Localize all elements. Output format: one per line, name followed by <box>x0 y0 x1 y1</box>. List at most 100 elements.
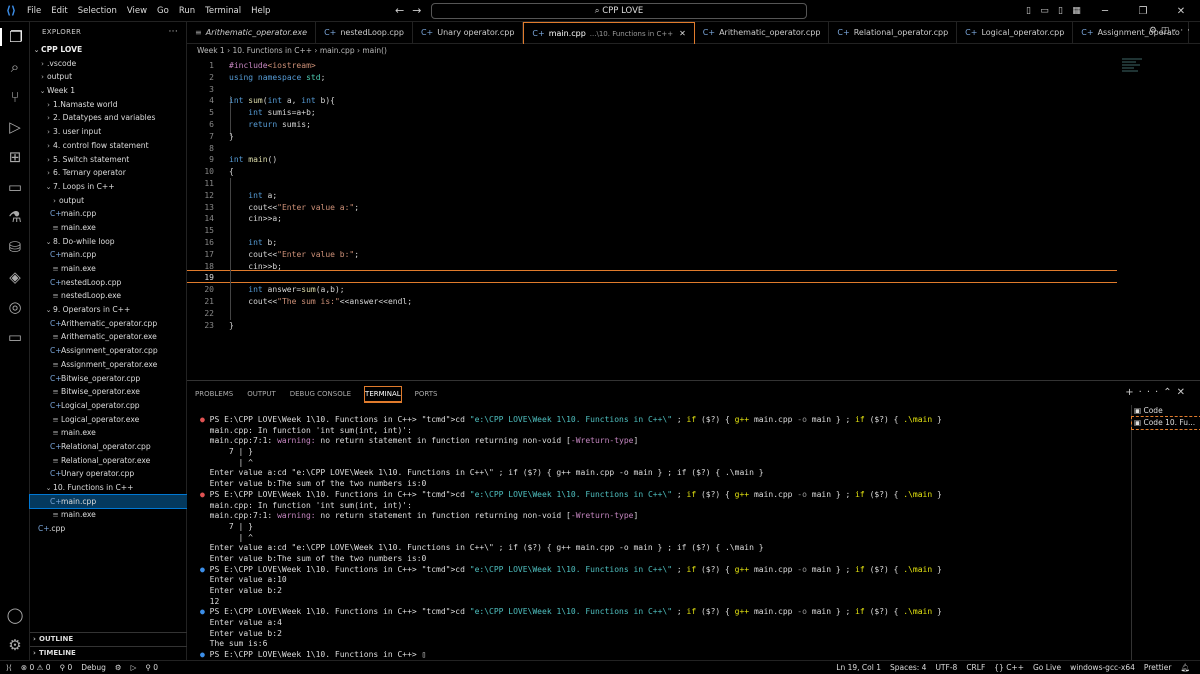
status-right-item[interactable]: Ln 19, Col 1 <box>836 663 881 672</box>
code-line[interactable]: cin>>a; <box>229 214 282 223</box>
new-terminal-icon[interactable]: + <box>1125 387 1138 398</box>
status-left-item[interactable]: ⚙ <box>115 663 122 672</box>
editor-tab[interactable]: C+ Logical_operator.cpp <box>957 22 1074 44</box>
code-line[interactable]: int sum(int a, int b){ <box>229 96 335 105</box>
folder-item[interactable]: › 5. Switch statement <box>30 153 187 167</box>
folder-item[interactable]: › 1.Namaste world <box>30 98 187 112</box>
toggle-sidebar-icon[interactable]: ▯ <box>1022 6 1035 16</box>
editor-tab[interactable]: C+ Unary operator.cpp <box>413 22 524 44</box>
file-item[interactable]: C+main.cpp <box>30 207 187 221</box>
file-item[interactable]: ≡ main.exe <box>30 221 187 235</box>
file-item[interactable]: C+Unary operator.cpp <box>30 467 187 481</box>
code-line[interactable]: int answer=sum(a,b); <box>229 285 344 294</box>
folder-item[interactable]: › 6. Ternary operator <box>30 166 187 180</box>
code-line[interactable]: using namespace std; <box>229 73 325 82</box>
breadcrumb-item[interactable]: main() <box>362 46 387 55</box>
nav-arrows[interactable]: ←→ <box>395 4 429 17</box>
code-line[interactable]: cout<<"The sum is:"<<answer<<endl; <box>229 297 412 306</box>
code-line[interactable]: return sumis; <box>229 120 311 129</box>
menu-go[interactable]: Go <box>152 6 174 16</box>
code-editor[interactable]: 1 #include<iostream> 2 using namespace std;… <box>187 57 1200 380</box>
toggle-secondary-sidebar-icon[interactable]: ▯ <box>1054 6 1067 16</box>
code-line[interactable]: int a; <box>229 191 277 200</box>
more-icon[interactable]: ··· <box>1173 26 1194 36</box>
menu-selection[interactable]: Selection <box>73 6 122 16</box>
file-item[interactable]: C+Logical_operator.cpp <box>30 399 187 413</box>
menu-edit[interactable]: Edit <box>46 6 72 16</box>
more-icon[interactable]: ··· <box>1139 387 1164 398</box>
code-line[interactable]: #include<iostream> <box>229 61 316 70</box>
menu-terminal[interactable]: Terminal <box>200 6 246 16</box>
editor-tab[interactable]: C+ main.cpp ...\10. Functions in C++ ✕ <box>523 22 695 44</box>
file-item[interactable]: C+Arithematic_operator.cpp <box>30 317 187 331</box>
code-line[interactable]: cout<<"Enter value a:"; <box>229 203 359 212</box>
menu-help[interactable]: Help <box>246 6 275 16</box>
panel-tab-debug-console[interactable]: DEBUG CONSOLE <box>290 387 351 401</box>
terminal-session[interactable]: ▣ Code <box>1132 405 1200 417</box>
menu-view[interactable]: View <box>122 6 152 16</box>
minimap[interactable] <box>1122 57 1172 97</box>
folder-item[interactable]: › 2. Datatypes and variables <box>30 111 187 125</box>
settings-icon[interactable]: ⚙ <box>1149 26 1161 36</box>
file-item[interactable]: C+nestedLoop.cpp <box>30 276 187 290</box>
code-line[interactable]: int b; <box>229 238 277 247</box>
maximize-button[interactable]: ❐ <box>1128 6 1158 17</box>
split-editor-icon[interactable]: ◫ <box>1161 26 1174 36</box>
folder-item[interactable]: › 4. control flow statement <box>30 139 187 153</box>
command-center[interactable]: ⌕ CPP LOVE <box>431 3 807 19</box>
editor-tab[interactable]: ≡ Arithematic_operator.exe <box>187 22 317 44</box>
close-panel-icon[interactable]: ✕ <box>1177 387 1190 398</box>
folder-item[interactable]: › output <box>30 70 187 84</box>
file-item[interactable]: ≡ Assignment_operator.exe <box>30 358 187 372</box>
file-item[interactable]: ≡ Relational_operator.exe <box>30 454 187 468</box>
source-control-icon[interactable]: ⑂ <box>0 88 30 106</box>
layers-icon[interactable]: ◈ <box>0 268 30 286</box>
panel-tab-terminal[interactable]: TERMINAL <box>364 385 402 403</box>
folder-item[interactable]: ⌄ Week 1 <box>30 84 187 98</box>
code-line[interactable]: } <box>229 132 234 141</box>
panel-tab-problems[interactable]: PROBLEMS <box>195 387 233 401</box>
editor-tab[interactable]: C+ Arithematic_operator.cpp <box>695 22 830 44</box>
status-right-item[interactable]: CRLF <box>966 663 985 672</box>
status-right-item[interactable]: windows-gcc-x64 <box>1070 663 1135 672</box>
panel-tab-output[interactable]: OUTPUT <box>247 387 276 401</box>
folder-item[interactable]: ⌄ 7. Loops in C++ <box>30 180 187 194</box>
remote-icon[interactable]: ⟩⟨ <box>6 663 12 672</box>
menu-run[interactable]: Run <box>174 6 200 16</box>
file-item[interactable]: C+main.cpp <box>29 493 188 510</box>
status-left-item[interactable]: ⚲ 0 <box>145 663 158 672</box>
file-item[interactable]: ≡ Logical_operator.exe <box>30 413 187 427</box>
folder-item[interactable]: › 3. user input <box>30 125 187 139</box>
account-icon[interactable]: ◯ <box>0 606 30 624</box>
file-item[interactable]: ≡ main.exe <box>30 262 187 276</box>
file-item[interactable]: ≡ main.exe <box>30 426 187 440</box>
status-right-item[interactable]: Go Live <box>1033 663 1061 672</box>
file-item[interactable]: C+.cpp <box>30 522 187 536</box>
run-debug-icon[interactable]: ▷ <box>0 118 30 136</box>
explorer-icon[interactable]: ❐ <box>0 28 30 46</box>
maximize-panel-icon[interactable]: ⌃ <box>1163 387 1176 398</box>
close-button[interactable]: ✕ <box>1166 6 1196 17</box>
terminal-session[interactable]: ▣ Code 10. Fu... <box>1131 416 1200 430</box>
folder-item[interactable]: ⌄ 10. Functions in C++ <box>30 481 187 495</box>
testing-icon[interactable]: ⚗ <box>0 208 30 226</box>
status-right-item[interactable]: UTF-8 <box>935 663 957 672</box>
file-item[interactable]: ≡ nestedLoop.exe <box>30 289 187 303</box>
status-left-item[interactable]: ⚲ 0 <box>60 663 73 672</box>
status-right-item[interactable]: Spaces: 4 <box>890 663 926 672</box>
file-item[interactable]: ≡ Bitwise_operator.exe <box>30 385 187 399</box>
code-line[interactable]: cout<<"Enter value b:"; <box>229 250 359 259</box>
status-left-item[interactable]: ⊗ 0 ⚠ 0 <box>21 663 51 672</box>
code-line[interactable]: } <box>229 321 234 330</box>
file-item[interactable]: C+Relational_operator.cpp <box>30 440 187 454</box>
timeline-section[interactable]: › TIMELINE <box>30 645 187 660</box>
status-right-item[interactable]: {} C++ <box>994 663 1024 672</box>
file-item[interactable]: ≡ main.exe <box>30 508 187 522</box>
toggle-panel-icon[interactable]: ▭ <box>1038 6 1051 16</box>
breadcrumb-item[interactable]: Week 1 <box>197 46 225 55</box>
status-left-item[interactable]: Debug <box>81 663 106 672</box>
database-icon[interactable]: ⛁ <box>0 238 30 256</box>
code-line[interactable]: { <box>229 167 234 176</box>
file-item[interactable]: C+Bitwise_operator.cpp <box>30 372 187 386</box>
terminal-output[interactable]: ● PS E:\CPP LOVE\Week 1\10. Functions in… <box>200 415 1120 661</box>
